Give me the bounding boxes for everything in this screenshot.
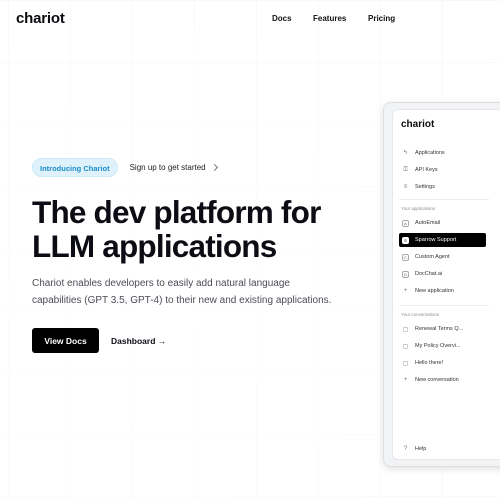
- app-preview-window: chariot ϟ Applications ⚿ API Keys ≡ Sett…: [383, 102, 500, 467]
- conversation-item[interactable]: ▢ Renewal Terms Q...: [399, 322, 486, 336]
- sidebar-app-docchat[interactable]: D DocChat.ai: [399, 267, 486, 281]
- sidebar-item-applications[interactable]: ϟ Applications: [399, 146, 486, 160]
- new-application-button[interactable]: + New application: [399, 284, 486, 298]
- new-conversation-button[interactable]: + New conversation: [399, 373, 486, 387]
- hero-subtitle: Chariot enables developers to easily add…: [32, 275, 332, 309]
- conversation-item[interactable]: ▢ My Policy Overvi...: [399, 339, 486, 353]
- hero-title: The dev platform for LLM applications: [32, 195, 372, 263]
- conversation-label: Hello there!: [415, 360, 444, 366]
- nav-docs[interactable]: Docs: [272, 14, 292, 23]
- hero-section: Introducing Chariot Sign up to get start…: [32, 158, 372, 353]
- hero-title-line2: LLM applications: [32, 228, 277, 264]
- chevron-right-icon: [210, 163, 218, 172]
- app-label: AutoEmail: [415, 220, 441, 226]
- sidebar-app-custom-agent[interactable]: C Custom Agent: [399, 250, 486, 264]
- sidebar-item-label: Applications: [415, 150, 445, 156]
- chat-bubble-icon: ▢: [402, 360, 409, 367]
- plus-icon: +: [403, 288, 408, 294]
- sidebar-item-label: API Keys: [415, 167, 438, 173]
- hero-subtitle-line1: Chariot enables developers to easily add…: [32, 278, 290, 289]
- brand-logo[interactable]: chariot: [16, 10, 65, 27]
- conversation-item[interactable]: ▢ Hello there!: [399, 356, 486, 370]
- plus-icon: +: [403, 377, 408, 383]
- app-avatar-icon: D: [402, 270, 409, 278]
- chat-bubble-icon: ▢: [402, 343, 409, 350]
- conversations-section-label: Your conversations: [401, 312, 440, 317]
- sidebar-item-api-keys[interactable]: ⚿ API Keys: [399, 163, 486, 177]
- nav-features[interactable]: Features: [313, 14, 346, 23]
- dashboard-link[interactable]: Dashboard →: [111, 336, 166, 346]
- bolt-icon: ϟ: [403, 150, 408, 156]
- announcement-bar: Introducing Chariot Sign up to get start…: [32, 158, 372, 177]
- new-application-label: New application: [415, 288, 454, 294]
- app-avatar-icon: A: [402, 219, 409, 227]
- nav-pricing[interactable]: Pricing: [368, 14, 395, 23]
- app-label: Sparrow Support: [415, 237, 457, 243]
- app-logo[interactable]: chariot: [401, 119, 434, 130]
- sidebar-app-autoemail[interactable]: A AutoEmail: [399, 216, 486, 230]
- view-docs-button[interactable]: View Docs: [32, 328, 99, 353]
- app-label: Custom Agent: [415, 254, 450, 260]
- app-avatar-icon: S: [402, 236, 409, 244]
- app-label: DocChat.ai: [415, 271, 443, 277]
- help-circle-icon: ?: [403, 446, 408, 452]
- help-label: Help: [415, 446, 427, 452]
- key-icon: ⚿: [403, 166, 408, 173]
- app-avatar-icon: C: [402, 253, 409, 261]
- chat-bubble-icon: ▢: [402, 326, 409, 333]
- sliders-icon: ≡: [403, 184, 408, 190]
- signup-link[interactable]: Sign up to get started: [130, 163, 206, 172]
- new-conversation-label: New conversation: [415, 377, 459, 383]
- sidebar-app-sparrow-support[interactable]: S Sparrow Support: [399, 233, 486, 247]
- introducing-badge[interactable]: Introducing Chariot: [32, 158, 118, 177]
- sidebar-item-label: Settings: [415, 184, 435, 190]
- sidebar-divider: [399, 305, 489, 306]
- help-link[interactable]: ? Help: [399, 442, 486, 456]
- top-nav: chariot Docs Features Pricing: [0, 0, 500, 38]
- applications-section-label: Your applications: [401, 206, 436, 211]
- sidebar-divider: [399, 199, 489, 200]
- conversation-label: My Policy Overvi...: [415, 343, 461, 349]
- conversation-label: Renewal Terms Q...: [415, 326, 464, 332]
- hero-subtitle-line2: capabilities (GPT 3.5, GPT-4) to their n…: [32, 295, 332, 306]
- app-sidebar: chariot ϟ Applications ⚿ API Keys ≡ Sett…: [392, 109, 500, 460]
- hero-title-line1: The dev platform for: [32, 194, 321, 230]
- sidebar-item-settings[interactable]: ≡ Settings: [399, 180, 486, 194]
- cta-row: View Docs Dashboard →: [32, 328, 372, 353]
